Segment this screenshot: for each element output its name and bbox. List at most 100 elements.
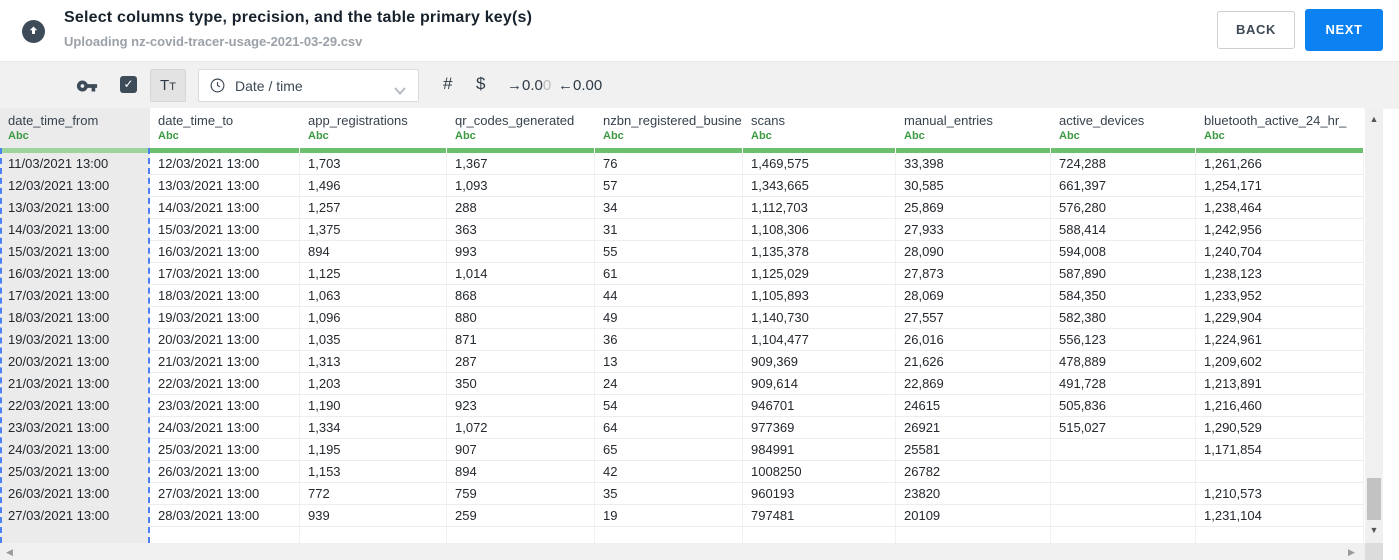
column-header-qr_codes_generated[interactable]: qr_codes_generated Abc bbox=[447, 108, 595, 153]
table-cell[interactable] bbox=[1051, 439, 1196, 461]
table-cell[interactable]: 19/03/2021 13:00 bbox=[0, 329, 150, 351]
table-cell[interactable]: 55 bbox=[595, 241, 743, 263]
currency-type-button[interactable]: $ bbox=[476, 74, 485, 94]
table-cell[interactable]: 33,398 bbox=[896, 153, 1051, 175]
table-cell[interactable]: 21/03/2021 13:00 bbox=[150, 351, 300, 373]
column-header-app_registrations[interactable]: app_registrations Abc bbox=[300, 108, 447, 153]
table-cell[interactable]: 1,703 bbox=[300, 153, 447, 175]
table-cell[interactable]: 1,093 bbox=[447, 175, 595, 197]
table-cell[interactable]: 14/03/2021 13:00 bbox=[0, 219, 150, 241]
table-cell[interactable]: 1,104,477 bbox=[743, 329, 896, 351]
table-cell[interactable]: 36 bbox=[595, 329, 743, 351]
column-header-date_time_to[interactable]: date_time_to Abc bbox=[150, 108, 300, 153]
table-cell[interactable]: 23/03/2021 13:00 bbox=[0, 417, 150, 439]
table-cell[interactable]: 1,108,306 bbox=[743, 219, 896, 241]
table-cell[interactable]: 13 bbox=[595, 351, 743, 373]
table-cell[interactable]: 1,375 bbox=[300, 219, 447, 241]
table-cell[interactable]: 1,063 bbox=[300, 285, 447, 307]
table-cell[interactable]: 1,096 bbox=[300, 307, 447, 329]
table-cell[interactable]: 19/03/2021 13:00 bbox=[150, 307, 300, 329]
table-cell[interactable]: 1,367 bbox=[447, 153, 595, 175]
table-cell[interactable]: 1,313 bbox=[300, 351, 447, 373]
table-cell[interactable]: 1,014 bbox=[447, 263, 595, 285]
table-cell[interactable]: 594,008 bbox=[1051, 241, 1196, 263]
table-cell[interactable]: 894 bbox=[300, 241, 447, 263]
table-cell[interactable]: 16/03/2021 13:00 bbox=[150, 241, 300, 263]
table-cell[interactable]: 588,414 bbox=[1051, 219, 1196, 241]
number-type-button[interactable]: # bbox=[443, 74, 452, 94]
column-header-active_devices[interactable]: active_devices Abc bbox=[1051, 108, 1196, 153]
table-cell[interactable]: 26782 bbox=[896, 461, 1051, 483]
table-cell[interactable]: 1,254,171 bbox=[1196, 175, 1364, 197]
table-cell[interactable]: 259 bbox=[447, 505, 595, 527]
table-cell[interactable]: 31 bbox=[595, 219, 743, 241]
table-cell[interactable]: 25581 bbox=[896, 439, 1051, 461]
table-cell[interactable]: 1,140,730 bbox=[743, 307, 896, 329]
column-header-manual_entries[interactable]: manual_entries Abc bbox=[896, 108, 1051, 153]
table-cell[interactable]: 21,626 bbox=[896, 351, 1051, 373]
table-cell[interactable]: 13/03/2021 13:00 bbox=[150, 175, 300, 197]
column-header-bluetooth_active_24_hr_[interactable]: bluetooth_active_24_hr_ Abc bbox=[1196, 108, 1364, 153]
table-cell[interactable]: 582,380 bbox=[1051, 307, 1196, 329]
table-cell[interactable]: 1,238,464 bbox=[1196, 197, 1364, 219]
table-cell[interactable]: 25,869 bbox=[896, 197, 1051, 219]
table-cell[interactable]: 1,135,378 bbox=[743, 241, 896, 263]
table-cell[interactable]: 25/03/2021 13:00 bbox=[150, 439, 300, 461]
table-cell[interactable]: 1,229,904 bbox=[1196, 307, 1364, 329]
table-cell[interactable]: 907 bbox=[447, 439, 595, 461]
table-cell[interactable]: 27,873 bbox=[896, 263, 1051, 285]
table-cell[interactable]: 30,585 bbox=[896, 175, 1051, 197]
table-cell[interactable]: 1,105,893 bbox=[743, 285, 896, 307]
table-cell[interactable]: 27/03/2021 13:00 bbox=[0, 505, 150, 527]
table-cell[interactable]: 27,557 bbox=[896, 307, 1051, 329]
column-type-dropdown[interactable]: Date / time bbox=[198, 69, 419, 102]
table-cell[interactable]: 724,288 bbox=[1051, 153, 1196, 175]
table-cell[interactable] bbox=[1051, 461, 1196, 483]
next-button[interactable]: NEXT bbox=[1305, 9, 1383, 51]
table-cell[interactable]: 23/03/2021 13:00 bbox=[150, 395, 300, 417]
table-cell[interactable]: 1,343,665 bbox=[743, 175, 896, 197]
table-cell[interactable]: 13/03/2021 13:00 bbox=[0, 197, 150, 219]
table-cell[interactable]: 17/03/2021 13:00 bbox=[0, 285, 150, 307]
table-cell[interactable]: 65 bbox=[595, 439, 743, 461]
table-cell[interactable]: 491,728 bbox=[1051, 373, 1196, 395]
table-cell[interactable]: 1,290,529 bbox=[1196, 417, 1364, 439]
table-cell[interactable]: 909,369 bbox=[743, 351, 896, 373]
table-cell[interactable]: 17/03/2021 13:00 bbox=[150, 263, 300, 285]
table-cell[interactable]: 18/03/2021 13:00 bbox=[150, 285, 300, 307]
table-cell[interactable]: 1,213,891 bbox=[1196, 373, 1364, 395]
table-cell[interactable]: 1,334 bbox=[300, 417, 447, 439]
table-cell[interactable]: 797481 bbox=[743, 505, 896, 527]
table-cell[interactable]: 287 bbox=[447, 351, 595, 373]
table-cell[interactable]: 576,280 bbox=[1051, 197, 1196, 219]
table-cell[interactable]: 993 bbox=[447, 241, 595, 263]
table-cell[interactable]: 23820 bbox=[896, 483, 1051, 505]
column-header-date_time_from[interactable]: date_time_from Abc bbox=[0, 108, 150, 153]
table-cell[interactable]: 20/03/2021 13:00 bbox=[0, 351, 150, 373]
table-cell[interactable]: 28,090 bbox=[896, 241, 1051, 263]
increase-precision-button[interactable]: ←0.00 bbox=[558, 77, 602, 94]
table-cell[interactable]: 984991 bbox=[743, 439, 896, 461]
table-cell[interactable]: 49 bbox=[595, 307, 743, 329]
table-cell[interactable]: 1,190 bbox=[300, 395, 447, 417]
scroll-up-arrow-icon[interactable]: ▲ bbox=[1365, 114, 1383, 124]
vertical-scrollbar-thumb[interactable] bbox=[1367, 478, 1381, 520]
table-cell[interactable]: 868 bbox=[447, 285, 595, 307]
table-cell[interactable]: 21/03/2021 13:00 bbox=[0, 373, 150, 395]
table-cell[interactable]: 26921 bbox=[896, 417, 1051, 439]
table-cell[interactable]: 57 bbox=[595, 175, 743, 197]
table-cell[interactable]: 24/03/2021 13:00 bbox=[0, 439, 150, 461]
table-cell[interactable]: 20/03/2021 13:00 bbox=[150, 329, 300, 351]
table-cell[interactable]: 1008250 bbox=[743, 461, 896, 483]
table-cell[interactable]: 26/03/2021 13:00 bbox=[0, 483, 150, 505]
column-enabled-checkbox[interactable]: ✓ bbox=[120, 76, 137, 93]
table-cell[interactable]: 977369 bbox=[743, 417, 896, 439]
table-cell[interactable]: 27,933 bbox=[896, 219, 1051, 241]
table-cell[interactable]: 12/03/2021 13:00 bbox=[150, 153, 300, 175]
table-cell[interactable]: 584,350 bbox=[1051, 285, 1196, 307]
table-cell[interactable]: 34 bbox=[595, 197, 743, 219]
table-cell[interactable]: 1,231,104 bbox=[1196, 505, 1364, 527]
table-cell[interactable]: 28,069 bbox=[896, 285, 1051, 307]
table-cell[interactable]: 12/03/2021 13:00 bbox=[0, 175, 150, 197]
table-cell[interactable] bbox=[1196, 461, 1364, 483]
